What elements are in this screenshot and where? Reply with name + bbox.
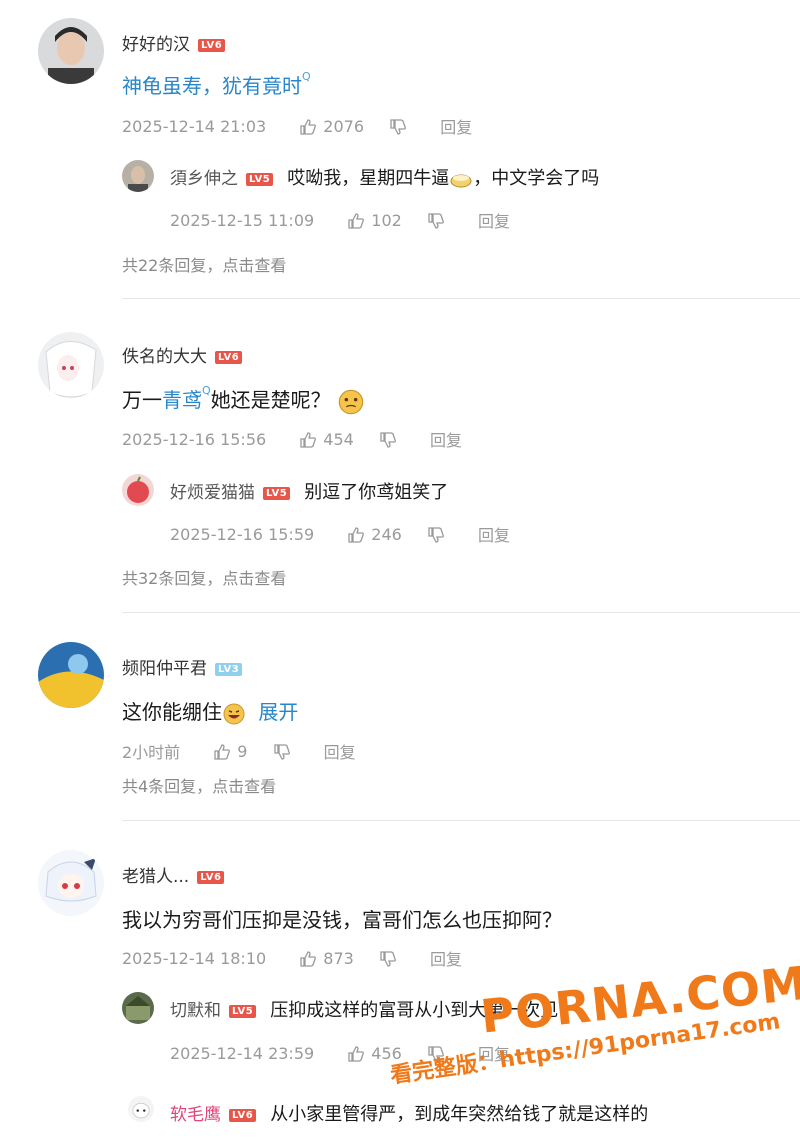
like-button[interactable]: 246 bbox=[347, 524, 402, 544]
comment-text: 我以为穷哥们压抑是没钱，富哥们怎么也压抑阿？ bbox=[122, 908, 562, 932]
level-badge: LV5 bbox=[246, 173, 274, 186]
thumbs-up-icon bbox=[347, 526, 365, 544]
reply-avatar[interactable] bbox=[122, 474, 154, 506]
thumbs-up-icon bbox=[213, 743, 231, 761]
divider bbox=[122, 298, 800, 299]
thumbs-down-icon bbox=[389, 118, 407, 136]
reply-meta: 2025-12-15 11:09 102 回复 bbox=[170, 208, 510, 232]
dislike-button[interactable] bbox=[427, 524, 451, 544]
reply-button[interactable]: 回复 bbox=[430, 946, 462, 970]
thumbs-down-icon bbox=[427, 526, 445, 544]
dislike-button[interactable] bbox=[273, 741, 297, 761]
like-button[interactable]: 2076 bbox=[299, 116, 364, 136]
timestamp: 2025-12-15 11:09 bbox=[170, 210, 315, 230]
search-icon: Q bbox=[302, 70, 311, 83]
comment-meta: 2025-12-16 15:56 454 回复 bbox=[122, 427, 462, 451]
thumbs-down-icon bbox=[273, 743, 291, 761]
thumbs-up-icon bbox=[347, 212, 365, 230]
like-button[interactable]: 873 bbox=[299, 948, 354, 968]
user-avatar[interactable] bbox=[38, 850, 104, 916]
reply-line: 好烦爱猫猫 LV5 别逗了你鸢姐笑了 bbox=[170, 478, 448, 504]
reply-avatar[interactable] bbox=[122, 992, 154, 1024]
comment-meta: 2025-12-14 18:10 873 回复 bbox=[122, 946, 462, 970]
reply-avatar[interactable] bbox=[128, 1096, 154, 1122]
level-badge: LV5 bbox=[263, 487, 291, 500]
thumbs-down-icon bbox=[379, 950, 397, 968]
reply-line: 須乡伸之 LV5 哎呦我，星期四牛逼 ，中文学会了吗 bbox=[170, 164, 599, 191]
view-replies-link[interactable]: 共32条回复，点击查看 bbox=[122, 565, 286, 589]
reply-text: 从小家里管得严，到成年突然给钱了就是这样的 bbox=[270, 1104, 649, 1125]
timestamp: 2025-12-16 15:56 bbox=[122, 429, 267, 449]
like-button[interactable]: 454 bbox=[299, 429, 354, 449]
username[interactable]: 老猎人... LV6 bbox=[122, 862, 225, 887]
thumbs-up-icon bbox=[299, 118, 317, 136]
dislike-button[interactable] bbox=[427, 210, 451, 230]
user-avatar[interactable] bbox=[38, 18, 104, 84]
view-replies-link[interactable]: 共4条回复，点击查看 bbox=[122, 773, 276, 797]
reply-button[interactable]: 回复 bbox=[430, 427, 462, 451]
user-avatar[interactable] bbox=[38, 332, 104, 398]
level-badge: LV3 bbox=[215, 662, 243, 676]
timestamp: 2025-12-14 21:03 bbox=[122, 116, 267, 136]
reply-username[interactable]: 软毛鹰 bbox=[170, 1105, 221, 1125]
username[interactable]: 频阳仲平君 LV3 bbox=[122, 654, 243, 679]
username[interactable]: 佚名的大大 LV6 bbox=[122, 342, 243, 367]
comment-meta: 2025-12-14 21:03 2076 回复 bbox=[122, 114, 472, 138]
username[interactable]: 好好的汉 LV6 bbox=[122, 30, 226, 55]
reply-button[interactable]: 回复 bbox=[324, 739, 356, 763]
search-link[interactable]: 青鸢 bbox=[162, 388, 202, 412]
timestamp: 2025-12-14 23:59 bbox=[170, 1043, 315, 1063]
reply-button[interactable]: 回复 bbox=[440, 114, 472, 138]
thumbs-down-icon bbox=[379, 431, 397, 449]
level-badge: LV6 bbox=[198, 38, 226, 52]
level-badge: LV6 bbox=[229, 1109, 257, 1122]
reply-line: 软毛鹰 LV6 从小家里管得严，到成年突然给钱了就是这样的 bbox=[170, 1100, 648, 1126]
comment-meta: 2小时前 9 回复 bbox=[122, 739, 356, 763]
laughing-emoji-icon bbox=[222, 702, 246, 726]
expand-link[interactable]: 展开 bbox=[258, 700, 298, 724]
reply-avatar[interactable] bbox=[122, 160, 154, 192]
level-badge: LV5 bbox=[229, 1005, 257, 1018]
dislike-button[interactable] bbox=[379, 429, 403, 449]
divider bbox=[122, 612, 800, 613]
level-badge: LV6 bbox=[197, 870, 225, 884]
reply-text: 别逗了你鸢姐笑了 bbox=[304, 482, 449, 503]
reply-username[interactable]: 好烦爱猫猫 bbox=[170, 483, 255, 503]
reply-username[interactable]: 切默和 bbox=[170, 1001, 221, 1021]
reply-button[interactable]: 回复 bbox=[478, 208, 510, 232]
comment-text: 这你能绷住 展开 bbox=[122, 700, 299, 726]
timestamp: 2小时前 bbox=[122, 743, 181, 762]
thumbs-up-icon bbox=[347, 1045, 365, 1063]
search-icon: Q bbox=[202, 384, 211, 397]
thumbs-up-icon bbox=[299, 431, 317, 449]
user-avatar[interactable] bbox=[38, 642, 104, 708]
bowl-emoji-icon bbox=[449, 167, 473, 191]
view-replies-link[interactable]: 共22条回复，点击查看 bbox=[122, 252, 286, 276]
timestamp: 2025-12-14 18:10 bbox=[122, 948, 267, 968]
reply-text: 哎呦我，星期四牛逼 ，中文学会了吗 bbox=[287, 167, 600, 191]
thumbs-down-icon bbox=[427, 212, 445, 230]
comment-text: 万一青鸢Q她还是楚呢？ bbox=[122, 384, 365, 416]
reply-username[interactable]: 須乡伸之 bbox=[170, 169, 238, 189]
like-button[interactable]: 9 bbox=[213, 741, 247, 761]
thumbs-up-icon bbox=[299, 950, 317, 968]
comment-text: 神龟虽寿，犹有竟时Q bbox=[122, 70, 311, 99]
thinking-emoji-icon bbox=[337, 388, 365, 416]
timestamp: 2025-12-16 15:59 bbox=[170, 524, 315, 544]
search-link[interactable]: 神龟虽寿，犹有竟时 bbox=[122, 74, 302, 98]
dislike-button[interactable] bbox=[389, 116, 413, 136]
level-badge: LV6 bbox=[215, 350, 243, 364]
like-button[interactable]: 102 bbox=[347, 210, 402, 230]
dislike-button[interactable] bbox=[379, 948, 403, 968]
reply-button[interactable]: 回复 bbox=[478, 522, 510, 546]
divider bbox=[122, 820, 800, 821]
reply-meta: 2025-12-16 15:59 246 回复 bbox=[170, 522, 510, 546]
